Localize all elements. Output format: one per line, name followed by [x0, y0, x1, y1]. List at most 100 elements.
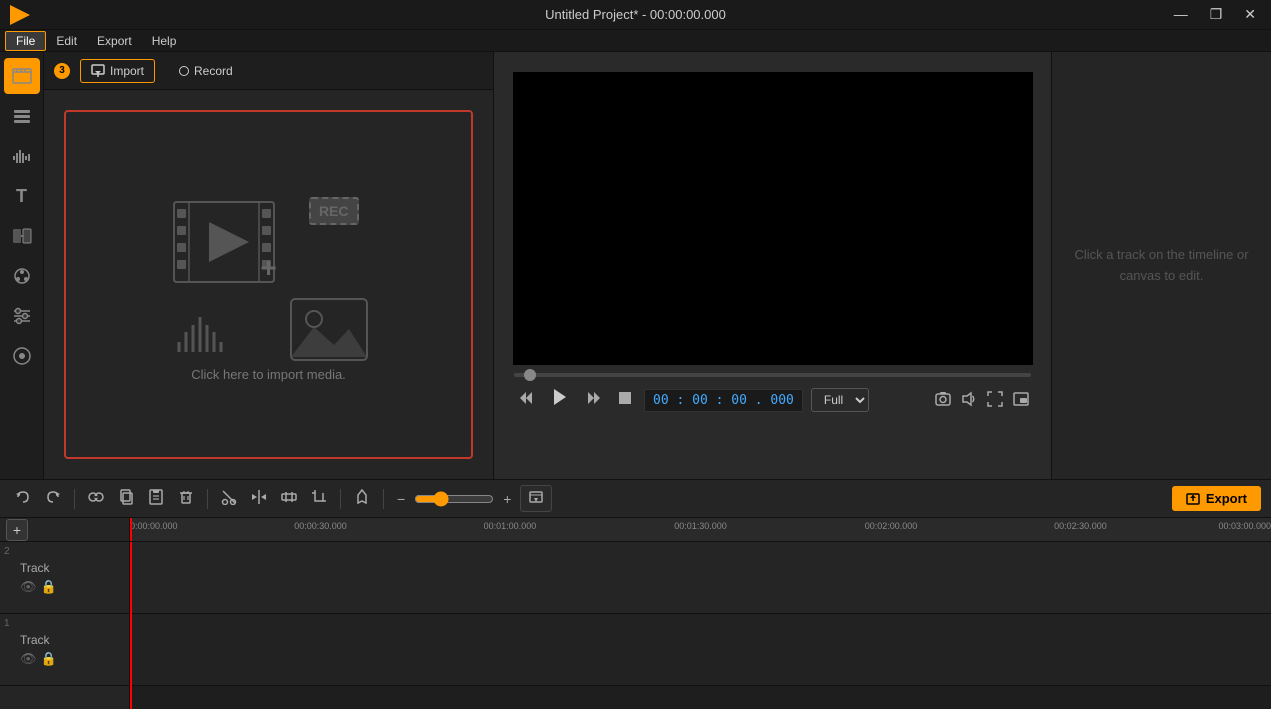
filters-icon: [11, 305, 33, 327]
extra-preview-controls: [933, 389, 1031, 412]
snapshot-button[interactable]: [933, 389, 953, 412]
copy-attr-icon: [118, 489, 134, 505]
track-2-icons: 👁 🔒: [20, 579, 123, 595]
scrubber-thumb: [524, 369, 536, 381]
crop-button[interactable]: [306, 486, 332, 511]
redo-icon: [45, 489, 61, 505]
effects-icon: [11, 265, 33, 287]
playback-controls: 00 : 00 : 00 . 000 Full 1/2 1/4: [514, 385, 1031, 415]
undo-icon: [15, 489, 31, 505]
zoom-slider[interactable]: [414, 491, 494, 507]
redo-button[interactable]: [40, 486, 66, 511]
stop-button[interactable]: [614, 389, 636, 412]
transitions-icon: [11, 225, 33, 247]
volume-icon: [961, 391, 977, 407]
close-button[interactable]: ✕: [1239, 4, 1261, 25]
split-icon: [251, 489, 267, 505]
menu-file[interactable]: File: [5, 31, 46, 51]
timeline-toolbar: − + Export: [0, 480, 1271, 518]
minimize-button[interactable]: —: [1169, 4, 1193, 25]
track-row-2: 2 Track 👁 🔒: [0, 542, 129, 614]
ruler-tick-2m30s: 00:02:30.000: [1054, 521, 1107, 531]
export-icon: [1186, 492, 1200, 506]
playhead-ruler: [130, 518, 132, 541]
import-button[interactable]: Import: [80, 59, 155, 83]
stop-icon: [618, 391, 632, 405]
track-1-visibility-icon[interactable]: 👁: [20, 651, 37, 667]
rec-label: REC: [309, 197, 359, 225]
layers-icon: [11, 105, 33, 127]
toolbar-separator-2: [207, 489, 208, 509]
timeline-body: + 2 Track 👁 🔒 1 Track 👁 🔒: [0, 518, 1271, 709]
tags-icon: [11, 345, 33, 367]
ruler-tick-2m: 00:02:00.000: [865, 521, 918, 531]
playhead-line: [130, 542, 132, 709]
drop-hint-label: Click here to import media.: [191, 367, 346, 382]
sidebar-item-effects[interactable]: [4, 258, 40, 294]
drop-zone-icon-area: REC: [159, 187, 379, 367]
menu-export[interactable]: Export: [87, 32, 142, 50]
undo-button[interactable]: [10, 486, 36, 511]
play-button[interactable]: [546, 385, 574, 415]
menu-edit[interactable]: Edit: [46, 32, 87, 50]
copy-attributes-button[interactable]: [113, 486, 139, 511]
quality-select[interactable]: Full 1/2 1/4: [811, 388, 869, 412]
paste-attributes-button[interactable]: [143, 486, 169, 511]
trim-button[interactable]: [276, 486, 302, 511]
add-track-button[interactable]: +: [6, 519, 28, 541]
sidebar-item-media[interactable]: [4, 58, 40, 94]
media-tabs: 3 Import Record: [44, 52, 493, 90]
maximize-button[interactable]: ❐: [1205, 4, 1228, 25]
audio-wave-icon: [174, 287, 234, 357]
toolbar-separator-1: [74, 489, 75, 509]
cut-button[interactable]: [216, 486, 242, 511]
pip-button[interactable]: [1011, 389, 1031, 412]
toolbar-separator-3: [340, 489, 341, 509]
track-2-lock-icon[interactable]: 🔒: [41, 579, 57, 595]
record-button[interactable]: Record: [165, 60, 247, 82]
play-icon: [550, 387, 570, 407]
zoom-control: − +: [392, 488, 516, 510]
marker-button[interactable]: [349, 486, 375, 511]
detach-audio-button[interactable]: [83, 486, 109, 511]
menu-help[interactable]: Help: [142, 32, 187, 50]
track-2-visibility-icon[interactable]: 👁: [20, 579, 37, 595]
paste-attr-icon: [148, 489, 164, 505]
trim-icon: [281, 489, 297, 505]
app-logo: [10, 5, 30, 25]
timeline-tracks: [130, 542, 1271, 709]
sidebar-item-layers[interactable]: [4, 98, 40, 134]
zoom-out-button[interactable]: −: [392, 488, 410, 510]
sidebar-item-filters[interactable]: [4, 298, 40, 334]
fullscreen-icon: [987, 391, 1003, 407]
volume-button[interactable]: [959, 389, 979, 412]
delete-button[interactable]: [173, 486, 199, 511]
step-forward-button[interactable]: [582, 388, 606, 413]
track-label-header: +: [0, 518, 129, 542]
timeline-ruler[interactable]: 0:00:00.000 00:00:30.000 00:01:00.000 00…: [130, 518, 1271, 542]
export-button[interactable]: Export: [1172, 486, 1261, 511]
track-2-row[interactable]: [130, 542, 1271, 614]
window-title: Untitled Project* - 00:00:00.000: [545, 7, 726, 22]
scrubber[interactable]: [514, 373, 1031, 377]
settings-export-button[interactable]: [520, 485, 552, 512]
sidebar-item-tags[interactable]: [4, 338, 40, 374]
sidebar-item-text[interactable]: T: [4, 178, 40, 214]
plus-icon: +: [260, 252, 276, 284]
window-controls: — ❐ ✕: [1169, 4, 1261, 25]
sidebar-item-transitions[interactable]: [4, 218, 40, 254]
main-layout: T: [0, 52, 1271, 479]
split-button[interactable]: [246, 486, 272, 511]
zoom-in-button[interactable]: +: [498, 488, 516, 510]
audio-icon: [11, 145, 33, 167]
media-drop-zone[interactable]: REC: [64, 110, 473, 459]
track-1-row[interactable]: [130, 614, 1271, 686]
track-1-lock-icon[interactable]: 🔒: [41, 651, 57, 667]
fullscreen-button[interactable]: [985, 389, 1005, 412]
sidebar-item-audio[interactable]: [4, 138, 40, 174]
step-back-button[interactable]: [514, 388, 538, 413]
ruler-tick-1m30s: 00:01:30.000: [674, 521, 727, 531]
preview-controls: 00 : 00 : 00 . 000 Full 1/2 1/4: [494, 365, 1051, 423]
properties-panel: Click a track on the timeline or canvas …: [1051, 52, 1271, 479]
crop-icon: [311, 489, 327, 505]
